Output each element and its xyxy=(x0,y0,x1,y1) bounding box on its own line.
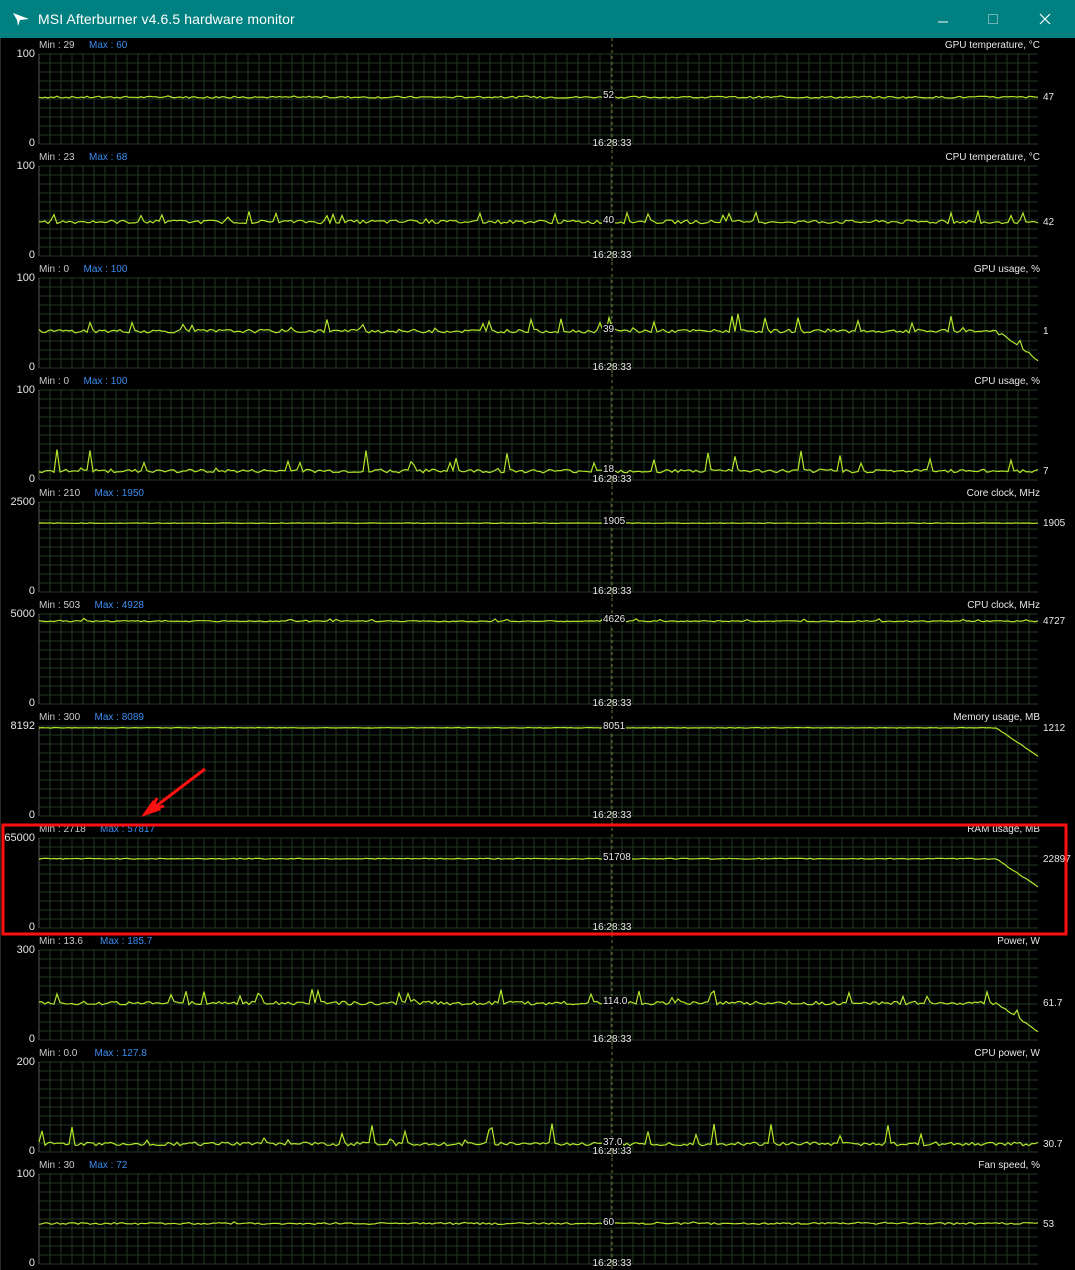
minimize-icon xyxy=(938,21,948,23)
close-button[interactable] xyxy=(1020,0,1070,38)
highlight-box xyxy=(1,823,1068,936)
close-icon xyxy=(1039,13,1051,25)
monitor-area[interactable]: Min : 29 Max : 60 GPU temperature, °C 100 0 1… xyxy=(0,38,1075,1270)
minimize-button[interactable] xyxy=(918,0,968,38)
highlight-overlay xyxy=(1,767,1068,936)
window-title: MSI Afterburner v4.6.5 hardware monitor xyxy=(38,11,295,27)
maximize-button[interactable] xyxy=(968,0,1018,38)
red-arrow-icon xyxy=(149,767,206,812)
red-arrow-head xyxy=(141,800,161,817)
afterburner-plane-icon xyxy=(12,10,30,28)
title-bar[interactable]: MSI Afterburner v4.6.5 hardware monitor xyxy=(0,0,1075,38)
maximize-icon xyxy=(988,14,998,24)
